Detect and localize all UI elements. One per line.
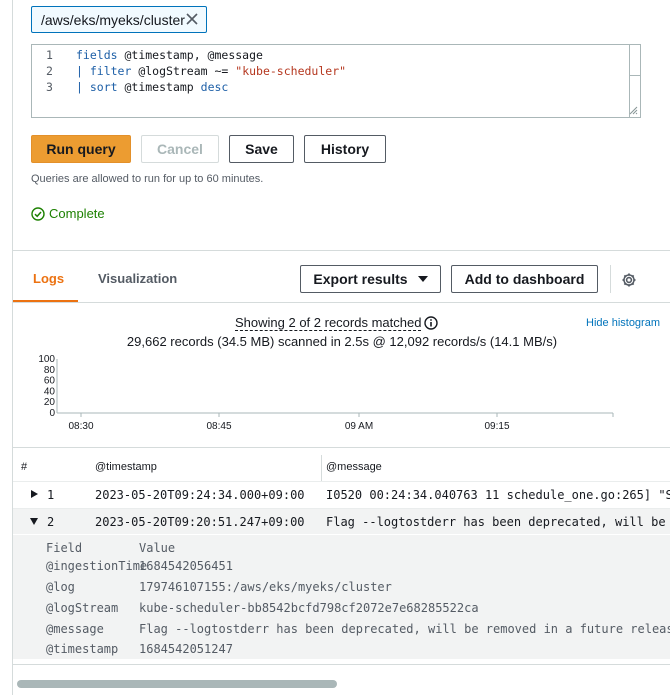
export-results-button[interactable]: Export results	[300, 265, 441, 293]
log-group-name: /aws/eks/myeks/cluster	[41, 11, 185, 28]
histogram-chart: 100806040200 08:30 08:45 09 AM 09:15	[38, 354, 614, 432]
x-tick-label: 08:45	[206, 421, 231, 432]
column-header-message[interactable]: @message	[326, 461, 382, 473]
info-icon[interactable]	[424, 316, 439, 330]
query-panel: /aws/eks/myeks/cluster 1 2 3 fields @tim…	[12, 0, 670, 695]
check-circle-icon	[31, 206, 45, 221]
detail-field-value: kube-scheduler-bb8542bcfd798cf2072e7e682…	[139, 601, 479, 615]
detail-field-name: @ingestionTime	[46, 559, 148, 573]
line-number: 3	[46, 80, 53, 94]
close-icon[interactable]	[184, 11, 200, 27]
code-token: fields	[76, 48, 118, 62]
row-number: 1	[47, 488, 55, 502]
x-tick-label: 09:15	[484, 421, 509, 432]
code-token: |	[76, 64, 90, 78]
code-token: desc	[200, 80, 229, 94]
code-token: filter	[89, 64, 132, 78]
run-query-button[interactable]: Run query	[31, 135, 131, 163]
row-detail-panel: Field Value @ingestionTime 1684542056451…	[13, 535, 670, 659]
code-line: | filter @logStream ~= "kube-scheduler"	[76, 64, 346, 78]
column-header-timestamp[interactable]: @timestamp	[95, 461, 157, 473]
table-row[interactable]: 2 2023-05-20T09:20:51.247+09:00 Flag --l…	[13, 508, 670, 534]
tab-visualization[interactable]: Visualization	[98, 271, 177, 286]
x-tick-label: 09 AM	[345, 421, 373, 432]
code-line: | sort @timestamp desc	[76, 80, 228, 94]
code-token: @logStream ~=	[131, 64, 236, 78]
log-group-token: /aws/eks/myeks/cluster	[31, 6, 207, 33]
y-tick-label: 20	[44, 397, 56, 408]
row-message: Flag --logtostderr has been deprecated, …	[326, 515, 670, 529]
cancel-button[interactable]: Cancel	[141, 135, 219, 163]
y-tick-label: 60	[44, 376, 56, 387]
detail-field-name: @message	[46, 622, 104, 636]
tab-logs[interactable]: Logs	[33, 271, 64, 286]
detail-header-field: Field	[46, 541, 83, 555]
detail-header-value: Value	[139, 541, 176, 555]
y-tick-label: 0	[49, 408, 55, 419]
hide-histogram-link[interactable]: Hide histogram	[586, 317, 660, 329]
detail-field-value: 1684542056451	[139, 559, 233, 573]
save-button[interactable]: Save	[229, 135, 294, 163]
code-token: |	[76, 80, 90, 94]
table-divider	[13, 447, 670, 448]
row-timestamp: 2023-05-20T09:24:34.000+09:00	[95, 488, 305, 502]
detail-field-value: 1684542051247	[139, 642, 233, 656]
caret-down-icon	[417, 275, 428, 282]
history-button[interactable]: History	[304, 135, 386, 163]
detail-field-value: 179746107155:/aws/eks/myeks/cluster	[139, 580, 392, 594]
detail-field-name: @timestamp	[46, 642, 119, 656]
expand-caret-icon[interactable]	[29, 489, 39, 499]
y-tick-label: 100	[38, 354, 55, 365]
y-tick-label: 80	[44, 365, 56, 376]
gear-icon[interactable]	[621, 272, 637, 288]
tabs-divider	[13, 302, 670, 303]
row-message: I0520 00:24:34.040763 11 schedule_one.go…	[326, 488, 670, 502]
records-matched: Showing 2 of 2 records matched	[235, 315, 439, 331]
line-number: 2	[46, 64, 53, 78]
records-matched-text: Showing 2 of 2 records matched	[235, 315, 422, 331]
code-token: @timestamp, @message	[117, 48, 263, 62]
resize-handle-icon[interactable]	[628, 105, 638, 115]
horizontal-scrollbar-thumb[interactable]	[17, 680, 337, 688]
add-to-dashboard-button[interactable]: Add to dashboard	[451, 265, 598, 293]
row-timestamp: 2023-05-20T09:20:51.247+09:00	[95, 515, 305, 529]
y-tick-label: 40	[44, 386, 56, 397]
table-row[interactable]: 1 2023-05-20T09:24:34.000+09:00 I0520 00…	[13, 481, 670, 507]
detail-field-value: Flag --logtostderr has been deprecated, …	[139, 622, 670, 636]
code-token: @timestamp	[117, 80, 201, 94]
query-hint: Queries are allowed to run for up to 60 …	[31, 173, 264, 185]
toolbar-separator	[610, 265, 611, 293]
column-header-number: #	[21, 461, 28, 473]
x-tick-label: 08:30	[68, 421, 93, 432]
status-label: Complete	[49, 206, 105, 221]
code-token: sort	[89, 80, 118, 94]
section-divider	[13, 250, 670, 251]
detail-field-name: @logStream	[46, 601, 119, 615]
detail-field-name: @log	[46, 580, 75, 594]
code-token: "kube-scheduler"	[235, 64, 347, 78]
scan-summary: 29,662 records (34.5 MB) scanned in 2.5s…	[126, 334, 558, 349]
row-number: 2	[47, 515, 55, 529]
code-line: fields @timestamp, @message	[76, 48, 263, 62]
column-separator	[321, 455, 322, 481]
collapse-caret-icon[interactable]	[29, 516, 39, 526]
query-status: Complete	[31, 206, 105, 221]
line-number: 1	[46, 48, 53, 62]
export-results-label: Export results	[313, 271, 408, 287]
query-editor[interactable]: 1 2 3 fields @timestamp, @message | filt…	[31, 44, 641, 118]
